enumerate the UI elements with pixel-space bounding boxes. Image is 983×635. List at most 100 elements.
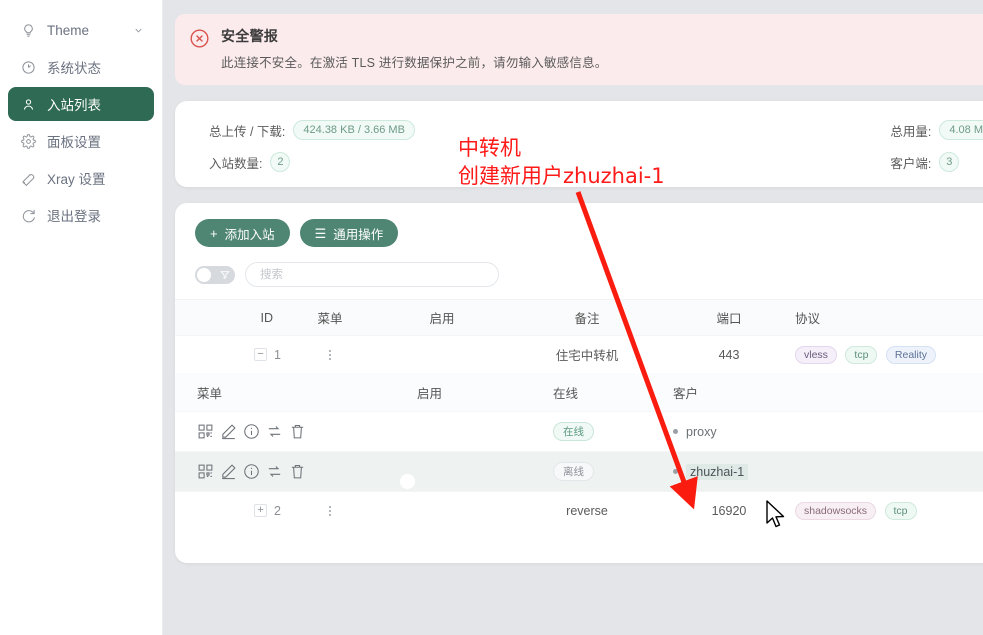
menu-icon: ☰	[314, 225, 327, 241]
alert-title: 安全警报	[221, 28, 279, 44]
column-header-enable: 启用	[429, 312, 455, 326]
client-row[interactable]: 在线 proxy	[175, 411, 983, 451]
collapse-icon[interactable]: −	[254, 348, 268, 361]
bulk-actions-button[interactable]: ☰ 通用操作	[299, 219, 399, 247]
filter-toggle[interactable]	[195, 265, 235, 284]
add-inbound-button[interactable]: + 添加入站	[195, 219, 290, 247]
stat-value: 424.38 KB / 3.66 MB	[293, 120, 415, 140]
filter-bar	[175, 247, 983, 299]
subcolumn-header-menu: 菜单	[197, 386, 223, 401]
column-header-port: 端口	[716, 312, 742, 326]
reset-icon[interactable]	[266, 423, 283, 440]
toggle-knob	[197, 267, 211, 282]
annotation-line-1: 中转机	[458, 136, 521, 160]
stat-label: 入站数量:	[209, 156, 263, 171]
gauge-icon	[18, 57, 38, 77]
annotation-line-2: 创建新用户zhuzhai-1	[458, 164, 665, 188]
protocol-tag: vless	[795, 345, 837, 364]
stat-value: 3	[939, 152, 960, 172]
sidebar-item-label: Xray 设置	[47, 172, 106, 187]
security-alert-banner: 安全警报 此连接不安全。在激活 TLS 进行数据保护之前，请勿输入敏感信息。	[175, 14, 983, 85]
column-header-remark: 备注	[574, 312, 600, 326]
table-toolbar: + 添加入站 ☰ 通用操作	[175, 219, 983, 247]
subcolumn-header-online: 在线	[553, 386, 579, 401]
annotation-text: 中转机 创建新用户zhuzhai-1	[458, 134, 665, 190]
row-expander[interactable]: − 1	[175, 348, 287, 362]
row-remark: reverse	[566, 503, 608, 518]
sidebar-item-label: Theme	[47, 22, 90, 38]
user-icon	[18, 94, 38, 114]
stat-label: 客户端:	[890, 156, 932, 171]
row-id: 1	[274, 347, 281, 362]
row-id: 2	[274, 503, 281, 518]
add-inbound-label: 添加入站	[224, 227, 275, 242]
edit-icon[interactable]	[220, 423, 237, 440]
stat-label: 总上传 / 下载:	[209, 124, 286, 139]
expand-icon[interactable]: +	[254, 504, 268, 517]
sidebar-item-theme[interactable]: Theme	[8, 13, 154, 47]
sidebar-item-system-status[interactable]: 系统状态	[8, 50, 154, 84]
error-circle-icon	[189, 28, 210, 49]
toggle-knob	[400, 433, 415, 449]
qrcode-icon[interactable]	[197, 423, 214, 440]
sidebar: Theme 系统状态 入站列表 面板设置 Xray 设置 退出登录	[0, 0, 163, 635]
search-input[interactable]	[245, 262, 499, 287]
sidebar-item-xray-settings[interactable]: Xray 设置	[8, 161, 154, 195]
sidebar-item-label: 面板设置	[47, 135, 101, 150]
stat-total-usage: 总用量: 4.08 M	[890, 117, 983, 143]
sidebar-item-label: 退出登录	[47, 209, 101, 224]
client-name: proxy	[686, 424, 717, 439]
status-badge: 离线	[553, 462, 594, 481]
client-actions	[197, 423, 417, 440]
client-name-cell[interactable]: proxy	[673, 425, 983, 439]
mouse-cursor	[766, 500, 785, 528]
toggle-knob	[356, 356, 371, 372]
bulb-icon	[18, 20, 38, 40]
row-protocol-tags: vless tcp Reality	[795, 345, 983, 364]
subcolumn-header-enable: 启用	[417, 386, 443, 401]
sidebar-item-label: 系统状态	[47, 61, 101, 76]
protocol-tag: tcp	[884, 501, 917, 520]
row-port: 443	[718, 347, 740, 362]
qrcode-icon[interactable]	[197, 463, 214, 480]
toggle-knob	[356, 512, 371, 528]
client-name-cell[interactable]: zhuzhai-1	[673, 463, 983, 480]
reset-icon[interactable]	[266, 463, 283, 480]
chevron-down-icon[interactable]	[133, 25, 144, 36]
status-dot-icon	[673, 469, 678, 474]
inbound-table-card: + 添加入站 ☰ 通用操作 搜索 ID 菜单 启用 备注 端口 协议 − 1 住…	[175, 203, 983, 563]
table-row[interactable]: + 2 reverse 16920 shadowsocks tcp	[175, 491, 983, 529]
client-actions	[197, 463, 417, 480]
row-protocol-tags: shadowsocks tcp	[795, 501, 983, 520]
toggle-knob	[400, 473, 415, 489]
client-row[interactable]: 离线 zhuzhai-1	[175, 451, 983, 491]
row-remark: 住宅中转机	[555, 349, 619, 363]
info-icon[interactable]	[243, 423, 260, 440]
stat-inbound-count: 入站数量: 2	[209, 149, 415, 175]
status-badge: 在线	[553, 422, 594, 441]
sidebar-item-inbound-list[interactable]: 入站列表	[8, 87, 154, 121]
sidebar-item-label: 入站列表	[47, 98, 101, 113]
app-root: Theme 系统状态 入站列表 面板设置 Xray 设置 退出登录 安全警报 此…	[0, 0, 983, 635]
bulk-actions-label: 通用操作	[333, 227, 384, 242]
delete-icon[interactable]	[289, 423, 306, 440]
funnel-icon	[218, 268, 231, 282]
subcolumn-header-client: 客户	[673, 386, 699, 401]
alert-message: 此连接不安全。在激活 TLS 进行数据保护之前，请勿输入敏感信息。	[221, 56, 608, 70]
info-icon[interactable]	[243, 463, 260, 480]
sidebar-item-logout[interactable]: 退出登录	[8, 198, 154, 232]
table-header-row: ID 菜单 启用 备注 端口 协议	[175, 299, 983, 335]
stat-total-traffic: 总上传 / 下载: 424.38 KB / 3.66 MB	[209, 117, 415, 143]
stats-left-group: 总上传 / 下载: 424.38 KB / 3.66 MB 入站数量: 2	[209, 117, 415, 181]
stat-client-count: 客户端: 3	[890, 149, 983, 175]
delete-icon[interactable]	[289, 463, 306, 480]
table-row[interactable]: − 1 住宅中转机 443 vless tcp Reality	[175, 335, 983, 373]
row-expander[interactable]: + 2	[175, 504, 287, 518]
stats-right-group: 总用量: 4.08 M 客户端: 3	[890, 117, 983, 181]
client-subtable: 菜单 启用 在线 客户 在线 proxy 离线 zhuzhai-1	[175, 373, 983, 491]
edit-icon[interactable]	[220, 463, 237, 480]
subtable-header-row: 菜单 启用 在线 客户	[175, 373, 983, 411]
client-status-cell: 离线	[553, 462, 673, 481]
sidebar-item-panel-settings[interactable]: 面板设置	[8, 124, 154, 158]
protocol-tag: tcp	[845, 345, 878, 364]
